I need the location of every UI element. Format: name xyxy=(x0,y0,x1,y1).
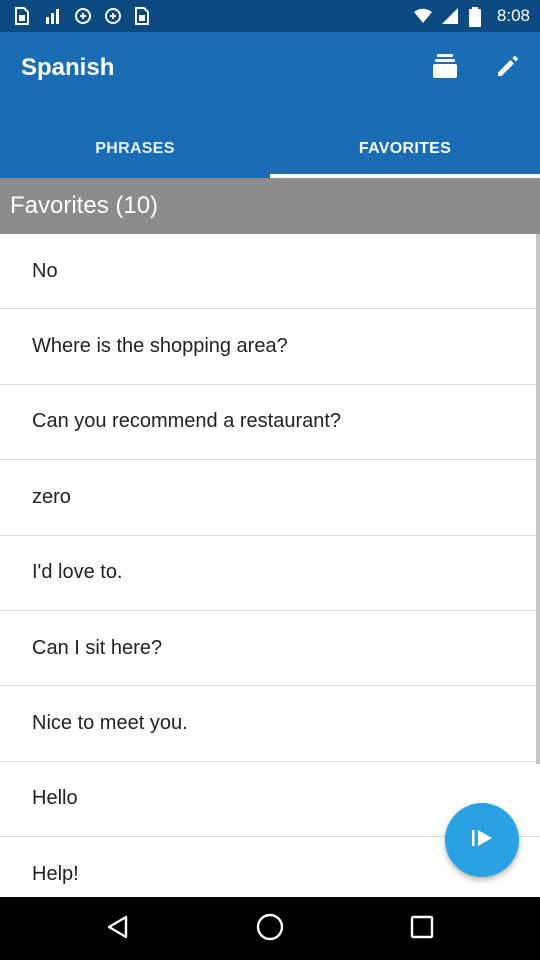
wifi-icon xyxy=(413,7,432,25)
cellular-signal-icon xyxy=(441,7,459,25)
recent-apps-icon xyxy=(409,914,435,945)
signal-icon xyxy=(44,7,62,25)
edit-icon xyxy=(495,53,521,84)
list-scrollbar[interactable] xyxy=(536,234,540,764)
recent-apps-button[interactable] xyxy=(404,911,440,947)
sim-card-icon xyxy=(134,7,152,25)
stack-button[interactable] xyxy=(427,50,463,86)
edit-button[interactable] xyxy=(490,50,526,86)
back-button[interactable] xyxy=(100,911,136,947)
tab-phrases[interactable]: PHRASES xyxy=(0,120,270,178)
battery-icon xyxy=(468,7,487,27)
list-item[interactable]: Can I sit here? xyxy=(0,611,540,687)
favorites-list[interactable]: No Where is the shopping area? Can you r… xyxy=(0,234,540,897)
list-item[interactable]: Can you recommend a restaurant? xyxy=(0,385,540,461)
stack-icon xyxy=(431,52,459,85)
play-icon xyxy=(469,825,495,856)
favorites-header: Favorites (10) xyxy=(0,178,540,234)
status-time: 8:08 xyxy=(496,6,530,25)
tab-favorites[interactable]: FAVORITES xyxy=(270,120,540,178)
status-notifications xyxy=(14,7,152,25)
list-item[interactable]: No xyxy=(0,234,540,310)
play-button[interactable] xyxy=(445,803,519,877)
app-bar: Spanish PHRASES FAVORITES xyxy=(0,32,540,178)
navigation-bar xyxy=(0,897,540,960)
list-item[interactable]: Where is the shopping area? xyxy=(0,309,540,385)
notification-icon xyxy=(74,7,92,25)
home-button[interactable] xyxy=(252,911,288,947)
sim-card-icon xyxy=(14,7,32,25)
tab-bar: PHRASES FAVORITES xyxy=(0,120,540,178)
list-item[interactable]: zero xyxy=(0,460,540,536)
back-icon xyxy=(104,913,132,946)
notification-icon xyxy=(104,7,122,25)
status-bar: 8:08 xyxy=(0,0,540,32)
status-system: 8:08 xyxy=(413,6,530,27)
list-item[interactable]: Nice to meet you. xyxy=(0,686,540,762)
home-icon xyxy=(255,912,285,947)
app-title: Spanish xyxy=(21,54,115,81)
list-item[interactable]: I'd love to. xyxy=(0,536,540,611)
